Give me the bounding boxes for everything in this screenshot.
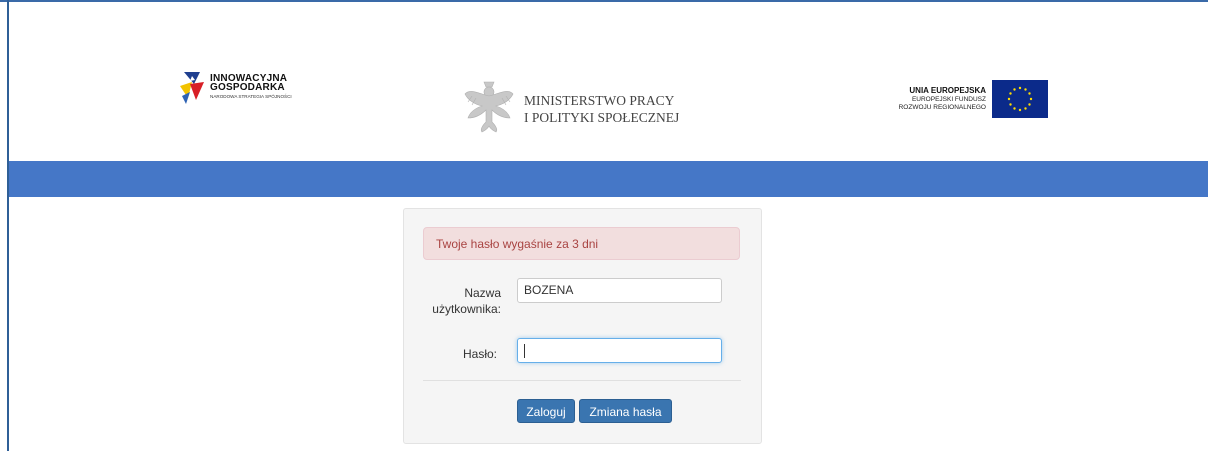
eu-fund-logo: UNIA EUROPEJSKA EUROPEJSKI FUNDUSZ ROZWO… bbox=[868, 80, 1053, 120]
change-password-button[interactable]: Zmiana hasła bbox=[579, 399, 672, 423]
ig-line3: NARODOWA STRATEGIA SPÓJNOŚCI bbox=[210, 94, 292, 99]
form-divider bbox=[423, 380, 741, 381]
eu-line1: UNIA EUROPEJSKA bbox=[909, 86, 986, 95]
ig-line2: GOSPODARKA bbox=[210, 82, 285, 93]
window-left-border bbox=[7, 0, 9, 451]
ministry-line1: MINISTERSTWO PRACY bbox=[524, 93, 675, 108]
eu-line3: ROZWOJU REGIONALNEGO bbox=[898, 104, 986, 111]
ig-emblem-icon bbox=[180, 72, 204, 104]
password-expiry-alert: Twoje hasło wygaśnie za 3 dni bbox=[423, 227, 740, 260]
username-label-line1: Nazwa bbox=[464, 286, 501, 300]
window-top-border bbox=[0, 0, 1208, 2]
header-bar bbox=[9, 161, 1208, 197]
username-label-line2: użytkownika: bbox=[432, 302, 501, 316]
username-label: Nazwa użytkownika: bbox=[404, 285, 501, 317]
innowacyjna-gospodarka-logo: INNOWACYJNA GOSPODARKA NARODOWA STRATEGI… bbox=[178, 70, 318, 106]
ministry-line2: I POLITYKI SPOŁECZNEJ bbox=[524, 110, 680, 125]
eu-line2: EUROPEJSKI FUNDUSZ bbox=[911, 96, 986, 103]
ministry-logo: MINISTERSTWO PRACY I POLITYKI SPOŁECZNEJ bbox=[462, 78, 682, 136]
password-label: Hasło: bbox=[462, 347, 497, 361]
text-caret bbox=[524, 344, 525, 358]
password-input[interactable] bbox=[517, 338, 722, 363]
login-panel: Twoje hasło wygaśnie za 3 dni Nazwa użyt… bbox=[403, 208, 762, 444]
eagle-emblem-icon bbox=[464, 81, 514, 133]
eu-flag-icon bbox=[992, 80, 1048, 118]
username-input[interactable]: BOZENA bbox=[517, 278, 722, 303]
login-button[interactable]: Zaloguj bbox=[517, 399, 575, 423]
